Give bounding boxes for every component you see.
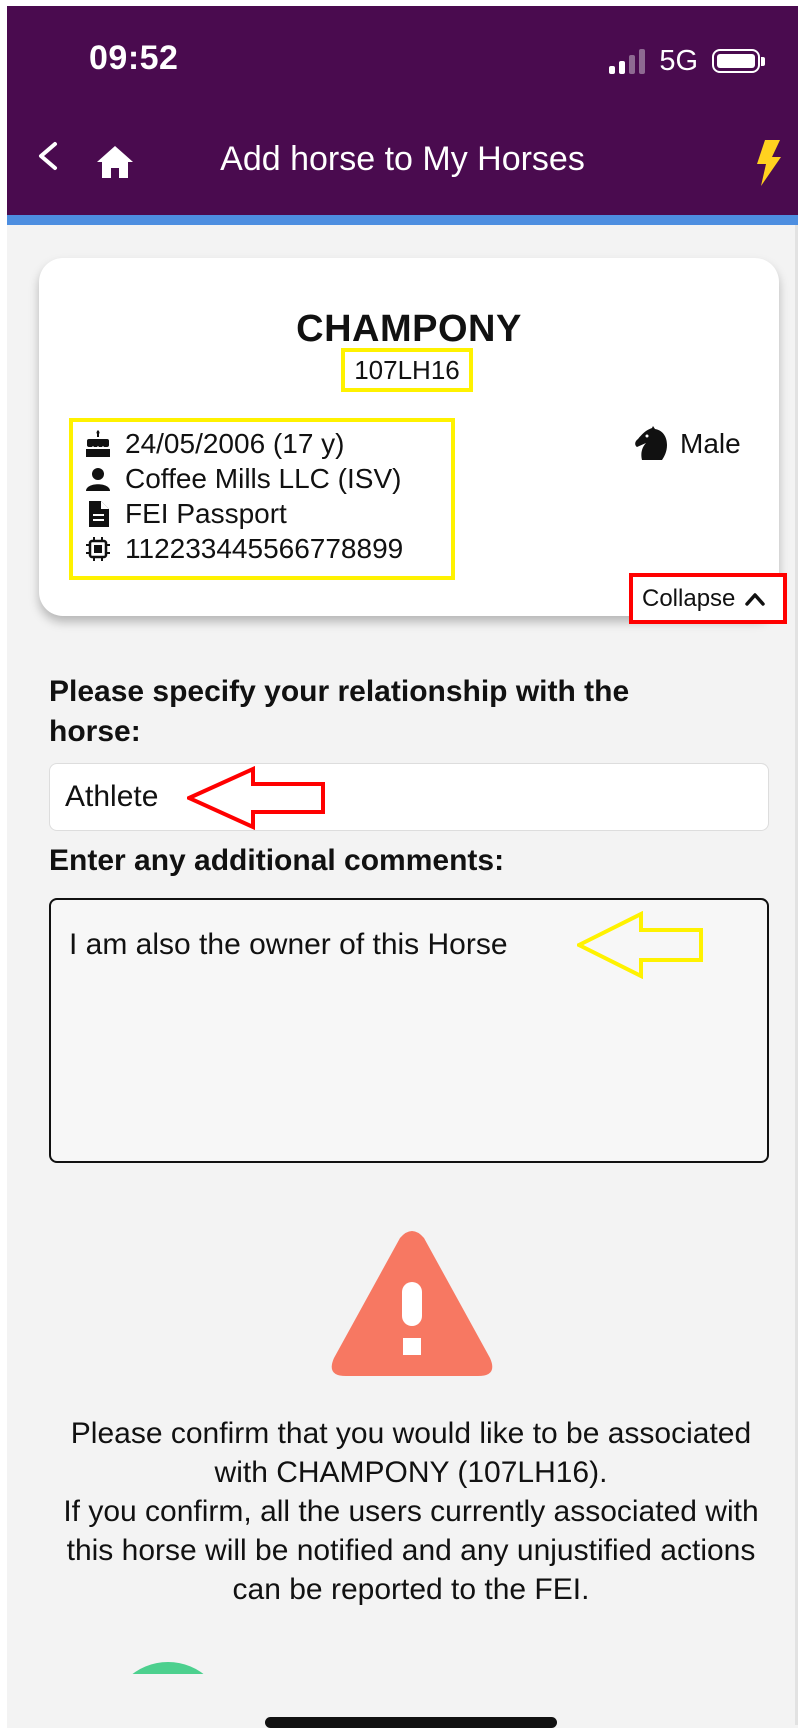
warning-triangle-icon	[331, 1231, 493, 1376]
horse-head-icon	[634, 426, 668, 462]
page-title: Add horse to My Horses	[220, 140, 585, 178]
header-accent-bar	[7, 215, 798, 225]
battery-icon	[712, 49, 765, 73]
passport-type: FEI Passport	[125, 497, 287, 529]
birth-date: 24/05/2006 (17 y)	[125, 427, 345, 459]
signal-icon	[609, 48, 646, 74]
microchip-icon	[83, 534, 113, 564]
owner-row: Coffee Mills LLC (ISV)	[83, 461, 451, 496]
arrow-annotation-red	[187, 766, 325, 830]
birth-row: 24/05/2006 (17 y)	[83, 426, 451, 461]
comments-label: Enter any additional comments:	[49, 844, 505, 877]
collapse-button[interactable]: Collapse	[629, 573, 787, 624]
horse-card: CHAMPONY 107LH16 24/05/2006 (17 y) Coffe…	[39, 258, 787, 624]
chip-number: 112233445566778899	[125, 532, 404, 564]
relationship-select[interactable]: Athlete	[49, 763, 769, 831]
horse-details: 24/05/2006 (17 y) Coffee Mills LLC (ISV)	[69, 418, 455, 580]
status-indicators: 5G	[609, 44, 765, 78]
horse-id: 107LH16	[341, 348, 473, 392]
lightning-bolt-icon	[757, 140, 781, 186]
gender-label: Male	[680, 428, 741, 459]
chip-row: 112233445566778899	[83, 531, 451, 566]
network-type: 5G	[659, 44, 698, 77]
relationship-label: Please specify your relationship with th…	[49, 675, 630, 748]
chevron-up-icon	[745, 592, 766, 606]
birthday-cake-icon	[83, 429, 113, 459]
document-icon	[83, 499, 113, 529]
person-icon	[83, 464, 113, 494]
status-time: 09:52	[89, 39, 179, 77]
confirmation-line-2: If you confirm, all the users currently …	[63, 1495, 759, 1606]
quick-action-button[interactable]	[756, 140, 782, 186]
app-screen: 09:52 5G Add horse to My Horses CHAMPONY…	[7, 6, 798, 1728]
horse-name: CHAMPONY	[296, 308, 522, 350]
owner-name: Coffee Mills LLC (ISV)	[125, 462, 402, 494]
confirmation-line-1: Please confirm that you would like to be…	[70, 1417, 752, 1489]
collapse-label: Collapse	[642, 584, 736, 612]
arrow-annotation-yellow	[577, 911, 703, 979]
passport-row: FEI Passport	[83, 496, 451, 531]
confirmation-message: Please confirm that you would like to be…	[47, 1414, 775, 1609]
gender-info: Male	[634, 426, 741, 462]
home-indicator[interactable]	[265, 1717, 557, 1728]
header: 09:52 5G Add horse to My Horses	[7, 6, 798, 215]
